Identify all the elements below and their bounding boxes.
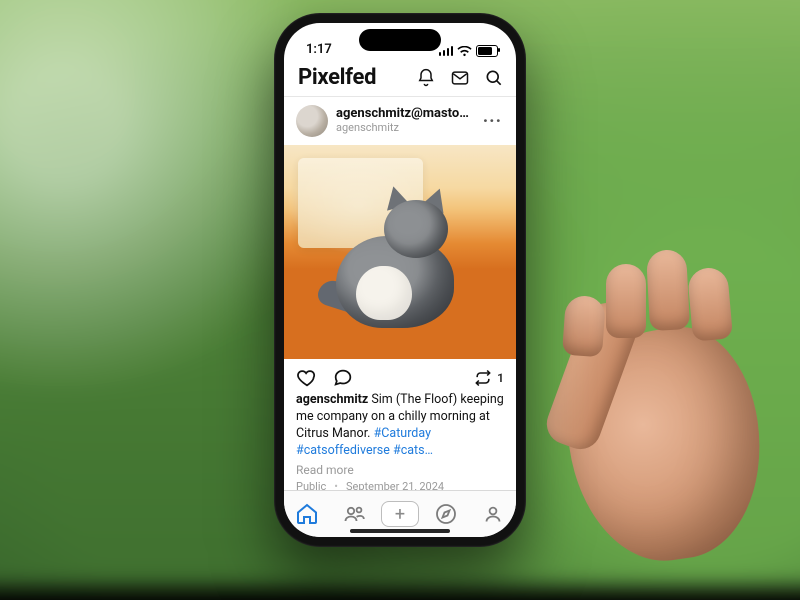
post-user-sub: agenschmitz	[336, 122, 473, 135]
notifications-bell-icon[interactable]	[416, 68, 436, 88]
caption-author[interactable]: agenschmitz	[296, 392, 368, 407]
app-header: Pixelfed	[284, 59, 516, 97]
phone-frame: 1:17 Pixelfed	[274, 13, 526, 547]
feed[interactable]: agenschmitz@mastodon… agenschmitz ···	[284, 97, 516, 490]
battery-icon	[476, 45, 498, 57]
like-button[interactable]	[296, 367, 318, 389]
avatar[interactable]	[296, 105, 328, 137]
cellular-signal-icon	[439, 46, 454, 56]
tab-profile[interactable]	[470, 491, 516, 537]
repost-count: 1	[497, 371, 504, 385]
post-header[interactable]: agenschmitz@mastodon… agenschmitz ···	[284, 97, 516, 145]
post-visibility: Public	[296, 480, 326, 491]
read-more-button[interactable]: Read more	[284, 460, 516, 477]
home-indicator[interactable]	[350, 529, 450, 533]
wifi-icon	[457, 46, 472, 57]
post-image[interactable]	[284, 145, 516, 359]
dynamic-island	[359, 29, 441, 51]
repost-button[interactable]: 1	[473, 368, 504, 388]
app-title: Pixelfed	[298, 65, 376, 90]
post-date: September 21, 2024	[346, 480, 444, 491]
post-more-button[interactable]: ···	[481, 111, 504, 132]
hashtag[interactable]: #catsoffediverse	[296, 443, 390, 458]
messages-mail-icon[interactable]	[450, 68, 470, 88]
post-meta: Public • September 21, 2024	[284, 477, 516, 491]
plus-icon: +	[381, 501, 419, 527]
comment-button[interactable]	[332, 367, 354, 389]
tab-home[interactable]	[284, 491, 330, 537]
hashtag[interactable]: #cats…	[393, 443, 433, 458]
search-icon[interactable]	[484, 68, 504, 88]
post-caption[interactable]: agenschmitz Sim (The Floof) keeping me c…	[284, 392, 516, 460]
post-user-handle[interactable]: agenschmitz@mastodon…	[336, 107, 473, 122]
post-actions: 1	[284, 359, 516, 392]
status-time: 1:17	[306, 42, 332, 57]
hashtag[interactable]: #Caturday	[374, 426, 431, 441]
phone-screen: 1:17 Pixelfed	[284, 23, 516, 537]
